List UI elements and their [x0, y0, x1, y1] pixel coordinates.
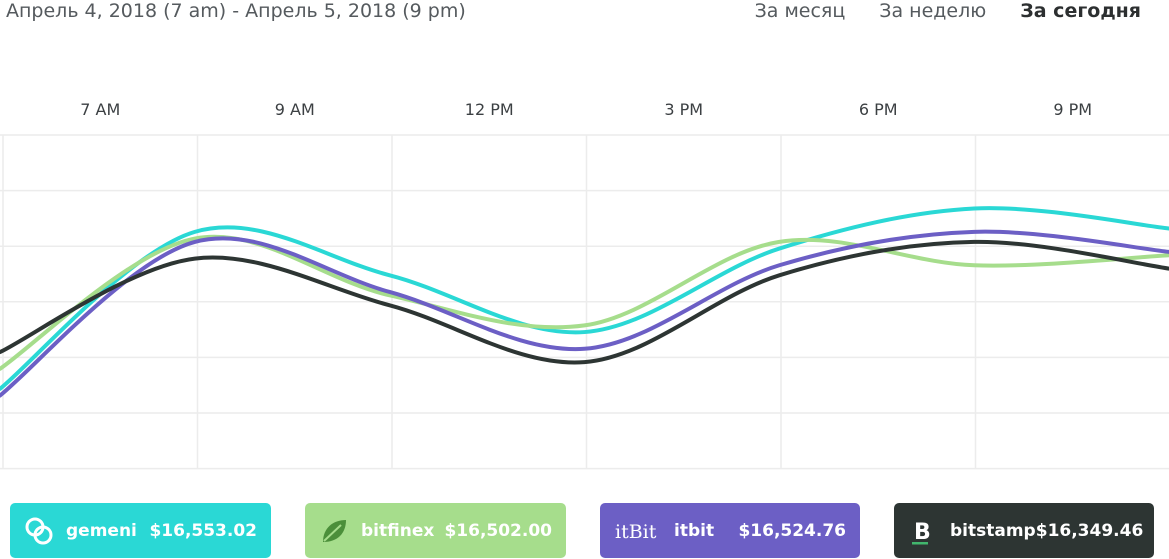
exchange-name: bitstamp [950, 520, 1036, 541]
exchange-card-itbit[interactable]: itBit itbit $16,524.76 [600, 503, 860, 558]
bitstamp-b-icon: B [908, 516, 938, 546]
exchange-card-bitfinex[interactable]: bitfinex $16,502.00 [305, 503, 566, 558]
x-tick-label: 12 PM [465, 100, 514, 119]
series-line-itbit [0, 229, 1169, 398]
x-tick-label: 6 PM [859, 100, 898, 119]
chart-grid [0, 134, 1169, 470]
exchange-card-bitstamp[interactable]: B bitstamp $16,349.46 [894, 503, 1154, 558]
exchange-name: bitfinex [361, 520, 435, 541]
exchange-name: gemeni [66, 520, 137, 541]
price-chart: 7 AM 9 AM 12 PM 3 PM 6 PM 9 PM [0, 100, 1169, 470]
x-tick-label: 3 PM [664, 100, 703, 119]
x-tick-label: 7 AM [80, 100, 120, 119]
svg-text:itBit: itBit [615, 521, 657, 543]
exchange-price: $16,349.46 [1035, 520, 1144, 541]
gemini-logo-icon [24, 516, 54, 546]
exchange-price: $16,524.76 [738, 520, 846, 541]
x-axis-ticks: 7 AM 9 AM 12 PM 3 PM 6 PM 9 PM [80, 100, 1092, 119]
exchange-price: $16,502.00 [444, 520, 552, 541]
exchange-card-gemeni[interactable]: gemeni $16,553.02 [10, 503, 271, 558]
x-tick-label: 9 PM [1053, 100, 1092, 119]
leaf-icon [319, 516, 349, 546]
svg-text:B: B [914, 520, 931, 545]
itbit-logo-icon: itBit [614, 516, 662, 546]
exchange-name: itbit [674, 520, 715, 541]
exchange-cards: gemeni $16,553.02 bitfinex $16,502.00 it… [0, 503, 1169, 559]
exchange-price: $16,553.02 [149, 520, 257, 541]
x-tick-label: 9 AM [275, 100, 315, 119]
